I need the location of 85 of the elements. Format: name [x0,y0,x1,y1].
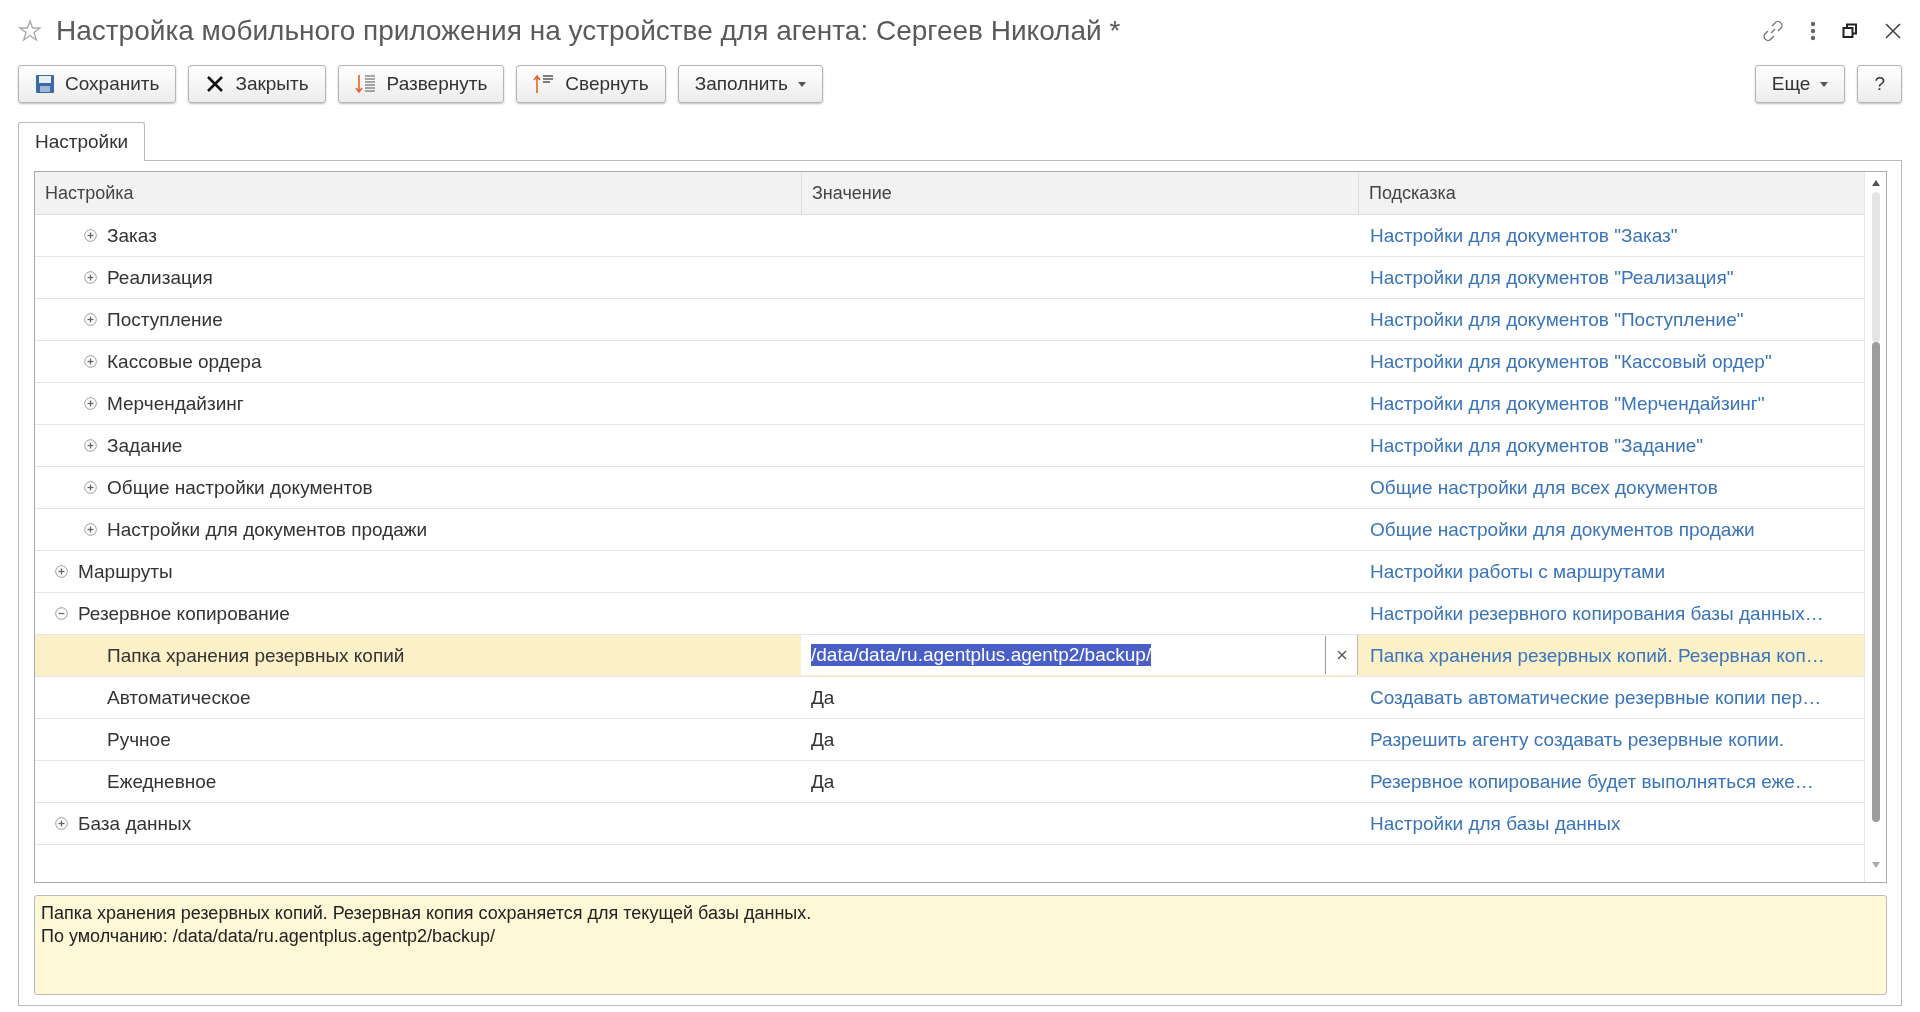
expand-icon[interactable] [84,271,97,284]
table-row[interactable]: Папка хранения резервных копий /data/data/ru.agentplus.agentp2/backup/ Папка хранения резервных копий. Резервная коп… [35,635,1864,677]
sort-down-icon [354,73,377,95]
more-icon[interactable] [1810,21,1816,41]
hint-link[interactable]: Общие настройки для документов продажи [1370,518,1755,541]
description-text: По умолчанию: /data/data/ru.agentplus.agentp2/backup/ [41,925,496,948]
hint-link[interactable]: Настройки для документов "Реализация" [1370,266,1734,289]
expand-icon[interactable] [84,523,97,536]
setting-name: Ручное [107,728,171,751]
hint-link[interactable]: Настройки для документов "Кассовый ордер" [1370,350,1772,373]
setting-name: Поступление [107,308,223,331]
setting-name: Настройки для документов продажи [107,518,428,541]
table-row[interactable]: База данных Настройки для базы данных [35,803,1864,845]
column-header[interactable]: Настройка [35,172,801,214]
table-row[interactable]: Ежедневное Да Резервное копирование будет выполняться еже… [35,761,1864,803]
hint-link[interactable]: Резервное копирование будет выполняться еже… [1370,770,1814,793]
caret-icon [797,81,806,87]
setting-name: Автоматическое [107,686,251,709]
setting-name: Ежедневное [107,770,217,793]
setting-name: База данных [78,812,192,835]
toolbar-button[interactable]: Сохранить [18,65,177,103]
setting-name: Папка хранения резервных копий [107,644,405,667]
expand-icon[interactable] [55,817,68,830]
expand-icon[interactable] [84,397,97,410]
setting-name: Резервное копирование [78,602,290,625]
table-row[interactable]: Кассовые ордера Настройки для документов "Кассовый ордер" [35,341,1864,383]
close-icon[interactable] [1884,22,1902,40]
setting-name: Маршруты [78,560,173,583]
hint-link[interactable]: Настройки резервного копирования базы данных… [1370,602,1824,625]
hint-link[interactable]: Настройки для базы данных [1370,812,1621,835]
close-icon [205,74,226,94]
table-row[interactable]: Общие настройки документов Общие настройки для всех документов [35,467,1864,509]
setting-name: Общие настройки документов [107,476,373,499]
column-header[interactable]: Значение [801,172,1358,214]
collapse-icon[interactable] [55,607,68,620]
setting-value: Да [811,686,835,709]
expand-icon[interactable] [84,355,97,368]
sort-up-icon [533,73,556,95]
value-input[interactable]: /data/data/ru.agentplus.agentp2/backup/ [801,635,1358,675]
table-row[interactable]: Мерчендайзинг Настройки для документов "Мерчендайзинг" [35,383,1864,425]
toolbar-button[interactable]: Еще [1754,65,1846,103]
table-row[interactable]: Реализация Настройки для документов "Реализация" [35,257,1864,299]
expand-icon[interactable] [55,565,68,578]
help-button[interactable]: ? [1857,65,1902,103]
expand-icon[interactable] [84,313,97,326]
hint-link[interactable]: Настройки работы с маршрутами [1370,560,1666,583]
table-row[interactable]: Настройки для документов продажи Общие настройки для документов продажи [35,509,1864,551]
hint-link[interactable]: Создавать автоматические резервные копии пер… [1370,686,1822,709]
setting-name: Реализация [107,266,213,289]
scroll-up-icon[interactable] [1871,180,1880,186]
toolbar-button[interactable]: Развернуть [337,65,505,103]
table-row[interactable]: Автоматическое Да Создавать автоматические резервные копии пер… [35,677,1864,719]
setting-name: Заказ [107,224,157,247]
setting-value: Да [811,770,835,793]
restore-icon[interactable] [1842,23,1858,39]
caret-icon [1820,81,1829,87]
hint-link[interactable]: Настройки для документов "Заказ" [1370,224,1678,247]
table-row[interactable]: Маршруты Настройки работы с маршрутами [35,551,1864,593]
table-row[interactable]: Поступление Настройки для документов "Поступление" [35,299,1864,341]
description-text: Папка хранения резервных копий. Резервная копия сохраняется для текущей базы данных. [41,902,813,925]
hint-link[interactable]: Папка хранения резервных копий. Резервная коп… [1370,644,1825,667]
table-row[interactable]: Задание Настройки для документов "Задание" [35,425,1864,467]
toolbar-button[interactable]: Закрыть [188,65,326,103]
hint-link[interactable]: Настройки для документов "Задание" [1370,434,1704,457]
table-row[interactable]: Заказ Настройки для документов "Заказ" [35,215,1864,257]
expand-icon[interactable] [84,439,97,452]
setting-name: Задание [107,434,183,457]
window-title: Настройка мобильного приложения на устройстве для агента: Сергеев Николай * [56,15,1122,47]
hint-link[interactable]: Общие настройки для всех документов [1370,476,1718,499]
expand-icon[interactable] [84,481,97,494]
hint-link[interactable]: Настройки для документов "Поступление" [1370,308,1744,331]
link-icon[interactable] [1762,20,1784,42]
toolbar-button[interactable]: Свернуть [516,65,666,103]
setting-name: Мерчендайзинг [107,392,244,415]
tab[interactable]: Настройки [18,122,146,161]
close-icon [1336,650,1347,660]
column-header[interactable]: Подсказка [1358,172,1864,214]
star-icon[interactable] [18,19,42,43]
setting-value: Да [811,728,835,751]
hint-link[interactable]: Разрешить агенту создавать резервные копии. [1370,728,1785,751]
hint-link[interactable]: Настройки для документов "Мерчендайзинг" [1370,392,1765,415]
expand-icon[interactable] [84,229,97,242]
table-row[interactable]: Ручное Да Разрешить агенту создавать резервные копии. [35,719,1864,761]
setting-name: Кассовые ордера [107,350,262,373]
toolbar-button[interactable]: Заполнить [677,65,823,103]
